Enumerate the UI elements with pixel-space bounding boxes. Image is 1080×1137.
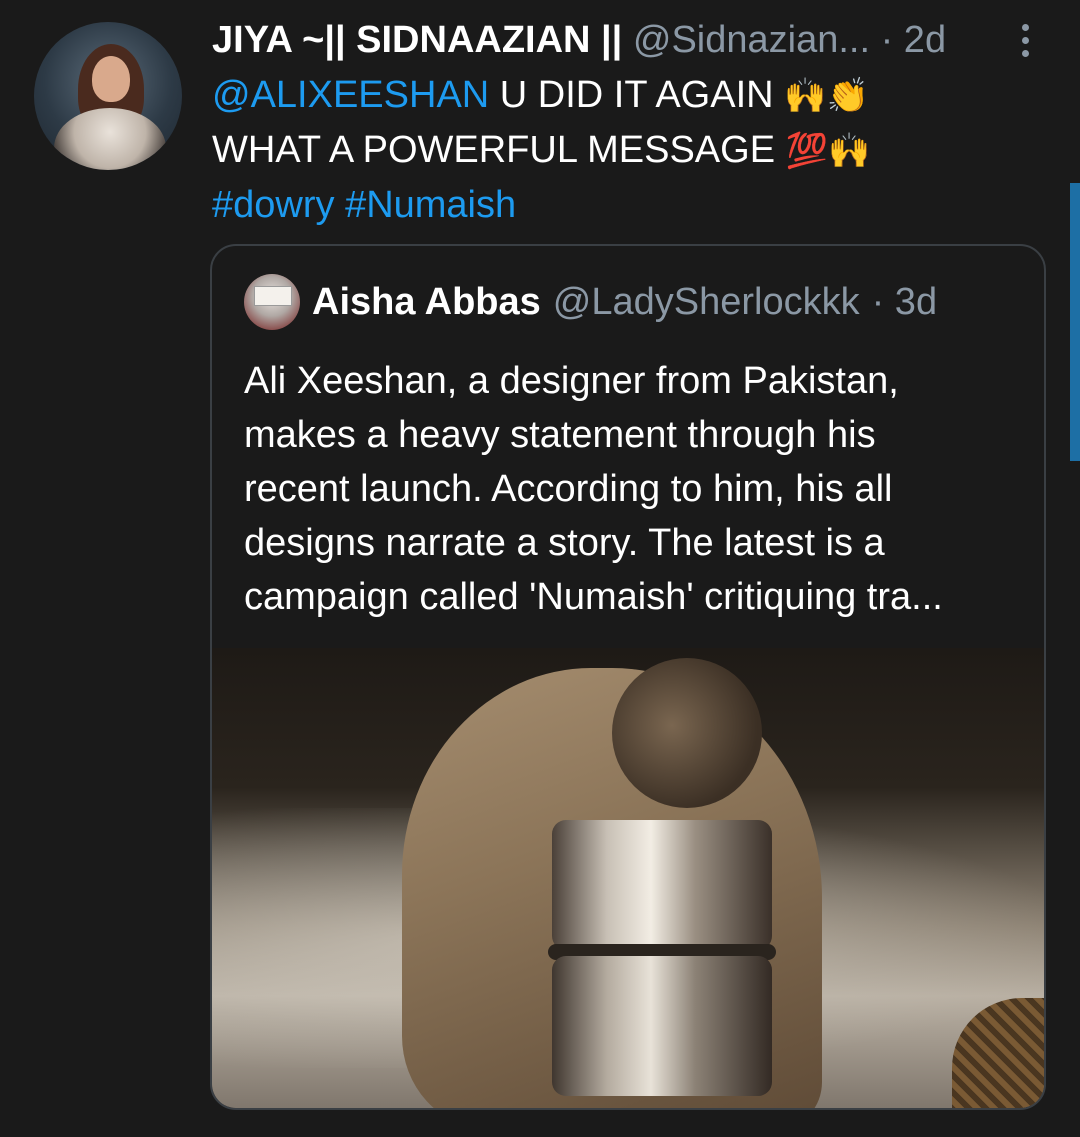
scrollbar-thumb[interactable] [1070, 183, 1080, 461]
raised-hands-clap-emoji: 🙌👏 [784, 76, 869, 116]
quoted-text-line: Ali Xeeshan, a designer from Pakistan, [244, 360, 899, 402]
quoted-author-handle[interactable]: @LadySherlockkk [553, 281, 860, 324]
avatar-face [92, 56, 130, 102]
tweet-text-segment: U DID IT AGAIN [489, 74, 785, 116]
quoted-author-avatar[interactable] [244, 274, 300, 330]
quoted-text-line: designs narrate a story. The latest is a [244, 522, 885, 564]
avatar-sign [254, 286, 292, 306]
author-avatar[interactable] [34, 22, 182, 170]
quoted-tweet-media-image[interactable] [212, 648, 1044, 1108]
quoted-author-display-name[interactable]: Aisha Abbas [312, 281, 541, 324]
raised-hands-emoji: 🙌 [827, 131, 871, 171]
quoted-text-line: campaign called 'Numaish' critiquing tra… [244, 576, 943, 618]
tweet-text-segment: WHAT A POWERFUL MESSAGE [212, 129, 786, 171]
tweet-timestamp[interactable]: · 2d [881, 19, 946, 61]
quoted-tweet-card[interactable]: Aisha Abbas @LadySherlockkk · 3d Ali Xee… [210, 244, 1046, 1110]
tweet[interactable]: JIYA ~|| SIDNAAZIAN || @Sidnazian... · 2… [0, 0, 1080, 1137]
mention-link[interactable]: @ALIXEESHAN [212, 74, 489, 116]
tweet-text-line-2: WHAT A POWERFUL MESSAGE 💯🙌 [212, 123, 1052, 178]
tweet-header: JIYA ~|| SIDNAAZIAN || @Sidnazian... · 2… [212, 14, 1002, 66]
tweet-text: @ALIXEESHAN U DID IT AGAIN 🙌👏 WHAT A POW… [212, 68, 1052, 232]
media-person-head [612, 658, 762, 808]
quoted-text-line: recent launch. According to him, his all [244, 468, 893, 510]
quoted-tweet-header: Aisha Abbas @LadySherlockkk · 3d [244, 274, 1024, 330]
media-steel-pot-top [552, 820, 772, 950]
author-handle[interactable]: @Sidnazian... [633, 19, 870, 61]
more-vertical-icon [1021, 23, 1029, 31]
quoted-tweet-timestamp[interactable]: · 3d [872, 281, 937, 324]
tweet-text-line-1: @ALIXEESHAN U DID IT AGAIN 🙌👏 [212, 68, 1052, 123]
avatar-coat [54, 108, 166, 170]
hashtag-link-dowry[interactable]: #dowry [212, 184, 335, 226]
tweet-text-line-3: #dowry #Numaish [212, 178, 1052, 232]
author-display-name[interactable]: JIYA ~|| SIDNAAZIAN || [212, 19, 622, 61]
media-steel-pot-bottom [552, 956, 772, 1096]
more-options-button[interactable] [1010, 20, 1040, 60]
quoted-text-line: makes a heavy statement through his [244, 414, 876, 456]
more-vertical-icon-dot [1021, 36, 1029, 44]
hundred-points-emoji: 💯 [785, 131, 828, 171]
more-vertical-icon-dot [1021, 49, 1029, 57]
hashtag-link-numaish[interactable]: #Numaish [345, 184, 516, 226]
quoted-tweet-text: Ali Xeeshan, a designer from Pakistan, m… [244, 354, 1034, 624]
